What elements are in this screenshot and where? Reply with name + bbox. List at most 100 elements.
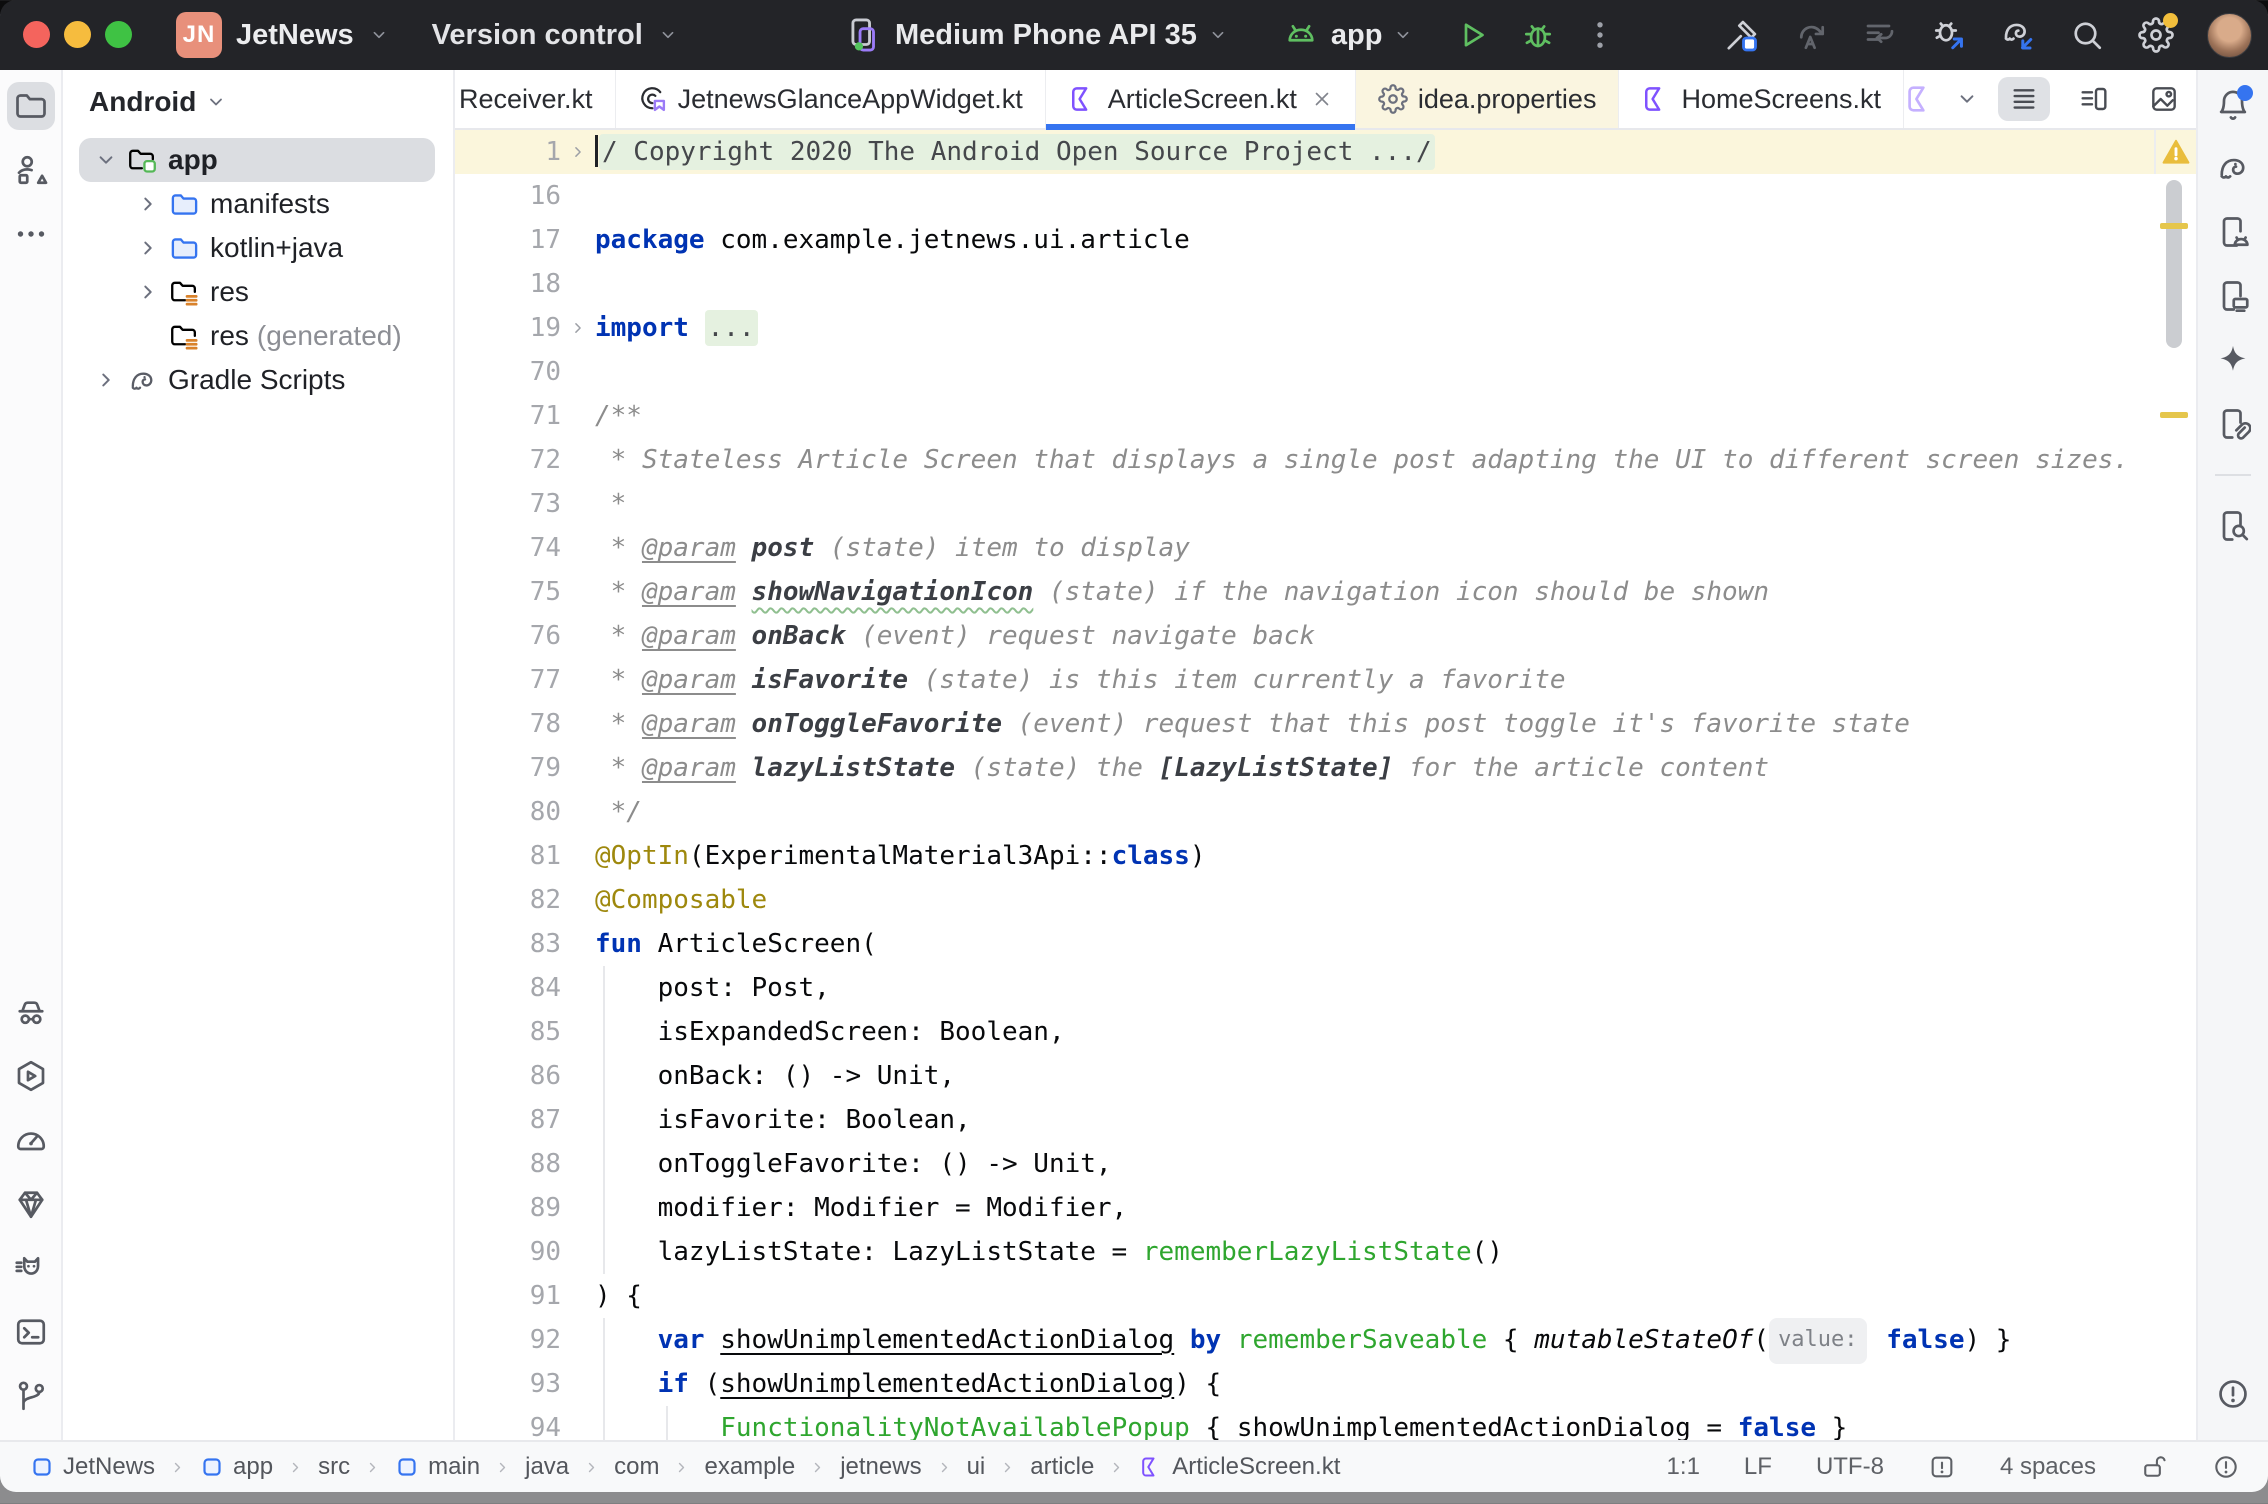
zoom-window-button[interactable] bbox=[105, 21, 132, 48]
line-number[interactable]: 79 bbox=[455, 746, 561, 790]
tab-idea-properties[interactable]: idea.properties bbox=[1356, 70, 1620, 128]
vcs-menu[interactable]: Version control bbox=[432, 19, 643, 52]
split-view-button[interactable] bbox=[2068, 77, 2120, 121]
ide-errors-icon[interactable] bbox=[2215, 1376, 2251, 1412]
project-view-selector[interactable]: Android bbox=[89, 86, 196, 118]
code-line[interactable]: 91) { bbox=[455, 1274, 2196, 1318]
tree-item-res-generated[interactable]: res (generated) bbox=[79, 314, 435, 358]
line-number[interactable]: 18 bbox=[455, 262, 561, 306]
tab-receiver[interactable]: Receiver.kt bbox=[455, 70, 616, 128]
line-number[interactable]: 83 bbox=[455, 922, 561, 966]
line-number[interactable]: 76 bbox=[455, 614, 561, 658]
line-number[interactable]: 80 bbox=[455, 790, 561, 834]
breadcrumb-item[interactable]: example bbox=[704, 1453, 795, 1481]
breadcrumb-item[interactable]: ui bbox=[967, 1453, 986, 1481]
tree-item-app[interactable]: app bbox=[79, 138, 435, 182]
tree-item-manifests[interactable]: manifests bbox=[79, 182, 435, 226]
chevron-right-icon[interactable] bbox=[135, 191, 161, 217]
rerun-icon[interactable] bbox=[1793, 17, 1829, 53]
logcat-icon[interactable] bbox=[13, 1250, 49, 1286]
chevron-down-icon[interactable] bbox=[93, 147, 119, 173]
code-line[interactable]: 89 modifier: Modifier = Modifier, bbox=[455, 1186, 2196, 1230]
code-line[interactable]: 82@Composable bbox=[455, 878, 2196, 922]
code-line[interactable]: 86 onBack: () -> Unit, bbox=[455, 1054, 2196, 1098]
line-number[interactable]: 77 bbox=[455, 658, 561, 702]
code-line[interactable]: 90 lazyListState: LazyListState = rememb… bbox=[455, 1230, 2196, 1274]
line-number[interactable]: 73 bbox=[455, 482, 561, 526]
inspections-widget[interactable] bbox=[2154, 130, 2196, 174]
resource-manager-icon[interactable] bbox=[13, 152, 49, 188]
code-view-button[interactable] bbox=[1998, 77, 2050, 121]
warning-stripe-mark[interactable] bbox=[2160, 223, 2188, 229]
line-number[interactable]: 94 bbox=[455, 1406, 561, 1440]
code-line[interactable]: 93 if (showUnimplementedActionDialog) { bbox=[455, 1362, 2196, 1406]
tab-article-screen[interactable]: ArticleScreen.kt bbox=[1046, 70, 1356, 128]
search-everywhere-icon[interactable] bbox=[2069, 17, 2105, 53]
warning-stripe-mark[interactable] bbox=[2160, 412, 2188, 418]
close-tab-icon[interactable] bbox=[1311, 88, 1333, 110]
notifications-button[interactable] bbox=[2215, 88, 2251, 124]
tree-item-kotlin-java[interactable]: kotlin+java bbox=[79, 226, 435, 270]
squeezed-tab-kotlin-icon[interactable] bbox=[1904, 83, 1936, 115]
fold-arrow-icon[interactable] bbox=[561, 306, 595, 350]
debug-button[interactable] bbox=[1520, 17, 1556, 53]
device-manager-icon[interactable] bbox=[2215, 214, 2251, 250]
code-line[interactable]: 81@OptIn(ExperimentalMaterial3Api::class… bbox=[455, 834, 2196, 878]
line-number[interactable]: 82 bbox=[455, 878, 561, 922]
project-name-menu[interactable]: JetNews bbox=[236, 19, 354, 52]
code-line[interactable]: 79 * @param lazyListState (state) the [L… bbox=[455, 746, 2196, 790]
breadcrumb-item[interactable]: JetNews bbox=[30, 1453, 155, 1481]
code-line[interactable]: 71/** bbox=[455, 394, 2196, 438]
settings-gear-icon[interactable] bbox=[2138, 17, 2174, 53]
breadcrumb-item[interactable]: jetnews bbox=[840, 1453, 921, 1481]
app-inspection-icon[interactable] bbox=[13, 994, 49, 1030]
user-avatar[interactable] bbox=[2207, 13, 2252, 58]
code-line[interactable]: 75 * @param showNavigationIcon (state) i… bbox=[455, 570, 2196, 614]
line-number[interactable]: 84 bbox=[455, 966, 561, 1010]
breadcrumb-item[interactable]: app bbox=[200, 1453, 273, 1481]
code-line[interactable]: 77 * @param isFavorite (state) is this i… bbox=[455, 658, 2196, 702]
project-tool-button[interactable] bbox=[7, 82, 55, 130]
profiler-icon[interactable] bbox=[13, 1122, 49, 1158]
line-number[interactable]: 75 bbox=[455, 570, 561, 614]
breadcrumb-item[interactable]: article bbox=[1030, 1453, 1094, 1481]
line-number[interactable]: 16 bbox=[455, 174, 561, 218]
line-number[interactable]: 93 bbox=[455, 1362, 561, 1406]
line-number[interactable]: 78 bbox=[455, 702, 561, 746]
tab-list-chevron-icon[interactable] bbox=[1954, 86, 1980, 112]
inspections-widget-icon[interactable] bbox=[1928, 1453, 1956, 1481]
line-number[interactable]: 88 bbox=[455, 1142, 561, 1186]
build-hammer-icon[interactable] bbox=[1724, 17, 1760, 53]
more-ellipsis-icon[interactable] bbox=[13, 216, 49, 252]
line-number[interactable]: 72 bbox=[455, 438, 561, 482]
code-line[interactable]: 87 isFavorite: Boolean, bbox=[455, 1098, 2196, 1142]
design-view-button[interactable] bbox=[2138, 77, 2190, 121]
tree-item-res[interactable]: res bbox=[79, 270, 435, 314]
line-number[interactable]: 86 bbox=[455, 1054, 561, 1098]
scrollbar-thumb[interactable] bbox=[2166, 180, 2182, 348]
code-line[interactable]: 85 isExpandedScreen: Boolean, bbox=[455, 1010, 2196, 1054]
chevron-right-icon[interactable] bbox=[135, 279, 161, 305]
breadcrumb-item[interactable]: main bbox=[395, 1453, 480, 1481]
running-devices-icon[interactable] bbox=[13, 1058, 49, 1094]
running-devices-icon[interactable] bbox=[2215, 278, 2251, 314]
line-number[interactable]: 71 bbox=[455, 394, 561, 438]
code-line[interactable]: 17package com.example.jetnews.ui.article bbox=[455, 218, 2196, 262]
recent-actions-icon[interactable] bbox=[1862, 17, 1898, 53]
app-quality-insights-icon[interactable] bbox=[13, 1186, 49, 1222]
close-window-button[interactable] bbox=[23, 21, 50, 48]
line-number[interactable]: 91 bbox=[455, 1274, 561, 1318]
line-number[interactable]: 70 bbox=[455, 350, 561, 394]
line-number[interactable]: 85 bbox=[455, 1010, 561, 1054]
code-line[interactable]: 88 onToggleFavorite: () -> Unit, bbox=[455, 1142, 2196, 1186]
app-inspection-icon[interactable] bbox=[2215, 508, 2251, 544]
code-line[interactable]: 84 post: Post, bbox=[455, 966, 2196, 1010]
code-line[interactable]: 73 * bbox=[455, 482, 2196, 526]
code-line[interactable]: 80 */ bbox=[455, 790, 2196, 834]
tab-jetnews-glance-app-widget[interactable]: JetnewsGlanceAppWidget.kt bbox=[616, 70, 1046, 128]
code-editor[interactable]: 1/ Copyright 2020 The Android Open Sourc… bbox=[455, 130, 2196, 1440]
gradle-tool-icon[interactable] bbox=[2215, 150, 2251, 186]
line-number[interactable]: 19 bbox=[455, 306, 561, 350]
more-actions-kebab-icon[interactable] bbox=[1582, 17, 1618, 53]
chevron-right-icon[interactable] bbox=[135, 235, 161, 261]
